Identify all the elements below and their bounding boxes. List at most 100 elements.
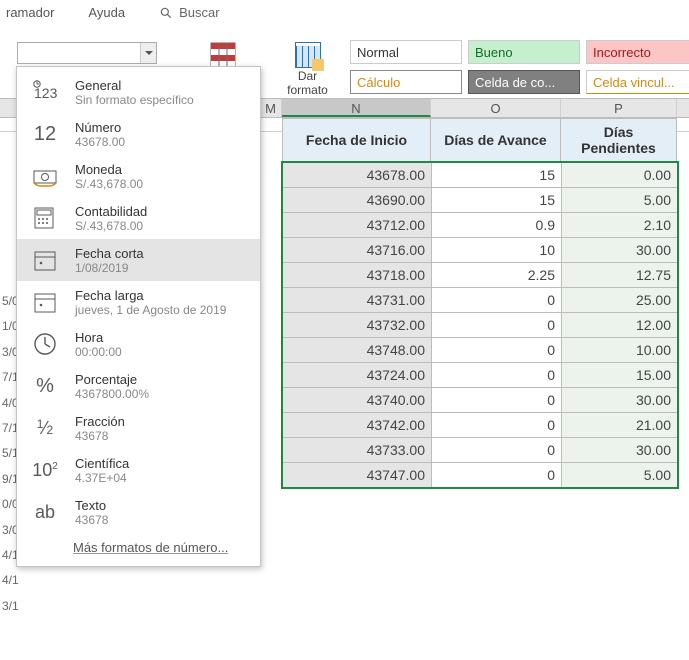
table-row[interactable]: 43712.000.92.10	[283, 213, 678, 238]
table-row[interactable]: 43718.002.2512.75	[283, 263, 678, 288]
cell-pendientes[interactable]: 15.00	[562, 363, 678, 388]
cell-avance[interactable]: 0	[432, 438, 562, 463]
colhead-p[interactable]: P	[561, 99, 677, 117]
nf-item-moneda[interactable]: MonedaS/.43,678.00	[17, 155, 260, 197]
cell-avance[interactable]: 0	[432, 363, 562, 388]
data-table: 43678.00150.0043690.00155.0043712.000.92…	[282, 162, 678, 488]
format-as-table-icon	[295, 42, 321, 68]
cell-fecha[interactable]: 43748.00	[283, 338, 432, 363]
cell-pendientes[interactable]: 12.75	[562, 263, 678, 288]
cell-pendientes[interactable]: 5.00	[562, 463, 678, 488]
table-row[interactable]: 43724.00015.00	[283, 363, 678, 388]
cell-fecha[interactable]: 43724.00	[283, 363, 432, 388]
cell-avance[interactable]: 10	[432, 238, 562, 263]
cell-pendientes[interactable]: 2.10	[562, 213, 678, 238]
nf-icon: 123	[29, 77, 61, 107]
table-row[interactable]: 43731.00025.00	[283, 288, 678, 313]
nf-icon	[29, 287, 61, 317]
style-calculo[interactable]: Cálculo	[350, 70, 462, 94]
nf-item-texto[interactable]: abTexto43678	[17, 491, 260, 533]
cell-avance[interactable]: 0	[432, 463, 562, 488]
style-incorrecto[interactable]: Incorrecto	[586, 40, 689, 64]
cell-fecha[interactable]: 43712.00	[283, 213, 432, 238]
header-dias-avance[interactable]: Días de Avance	[431, 118, 561, 162]
header-fecha-inicio[interactable]: Fecha de Inicio	[282, 118, 431, 162]
nf-icon	[29, 203, 61, 233]
number-format-menu: 123GeneralSin formato específico12Número…	[16, 66, 261, 567]
cell-fecha[interactable]: 43716.00	[283, 238, 432, 263]
cell-fecha[interactable]: 43742.00	[283, 413, 432, 438]
style-bueno[interactable]: Bueno	[468, 40, 580, 64]
cell-avance[interactable]: 0	[432, 413, 562, 438]
nf-item-hora[interactable]: Hora00:00:00	[17, 323, 260, 365]
header-dias-pendientes[interactable]: DíasPendientes	[561, 118, 677, 162]
cell-avance[interactable]: 15	[432, 188, 562, 213]
cell-avance[interactable]: 0	[432, 388, 562, 413]
nf-icon	[29, 329, 61, 359]
nf-icon: 12	[29, 119, 61, 149]
cell-fecha[interactable]: 43678.00	[283, 163, 432, 188]
cell-avance[interactable]: 2.25	[432, 263, 562, 288]
table-row[interactable]: 43733.00030.00	[283, 438, 678, 463]
cell-avance[interactable]: 0.9	[432, 213, 562, 238]
nf-icon: 102	[29, 455, 61, 485]
cell-avance[interactable]: 0	[432, 288, 562, 313]
chevron-down-icon[interactable]	[140, 43, 156, 63]
cell-fecha[interactable]: 43732.00	[283, 313, 432, 338]
cell-pendientes[interactable]: 25.00	[562, 288, 678, 313]
style-normal[interactable]: Normal	[350, 40, 462, 64]
tab-programador[interactable]: ramador	[0, 3, 60, 22]
cell-pendientes[interactable]: 30.00	[562, 238, 678, 263]
cell-pendientes[interactable]: 0.00	[562, 163, 678, 188]
cell-fecha[interactable]: 43731.00	[283, 288, 432, 313]
conditional-format-button[interactable]	[210, 42, 236, 68]
cell-avance[interactable]: 15	[432, 163, 562, 188]
cell-pendientes[interactable]: 5.00	[562, 188, 678, 213]
more-number-formats[interactable]: Más formatos de número...	[17, 533, 260, 562]
cell-pendientes[interactable]: 12.00	[562, 313, 678, 338]
cell-avance[interactable]: 0	[432, 338, 562, 363]
cell-pendientes[interactable]: 21.00	[562, 413, 678, 438]
cell-fecha[interactable]: 43733.00	[283, 438, 432, 463]
table-row[interactable]: 43748.00010.00	[283, 338, 678, 363]
cell-pendientes[interactable]: 10.00	[562, 338, 678, 363]
table-row[interactable]: 43678.00150.00	[283, 163, 678, 188]
search-box[interactable]: Buscar	[153, 3, 225, 22]
colhead-m[interactable]: M	[260, 99, 282, 117]
table-row[interactable]: 43716.001030.00	[283, 238, 678, 263]
number-format-combo[interactable]	[17, 42, 157, 64]
nf-item-fracción[interactable]: 1⁄2Fracción43678	[17, 407, 260, 449]
style-celda-vinculada[interactable]: Celda vincul...	[586, 70, 689, 94]
cell-fecha[interactable]: 43740.00	[283, 388, 432, 413]
nf-icon: ab	[29, 497, 61, 527]
cell-pendientes[interactable]: 30.00	[562, 388, 678, 413]
nf-icon	[29, 161, 61, 191]
table-row[interactable]: 43732.00012.00	[283, 313, 678, 338]
cell-fecha[interactable]: 43690.00	[283, 188, 432, 213]
style-celda-comprobacion[interactable]: Celda de co...	[468, 70, 580, 94]
table-row[interactable]: 43742.00021.00	[283, 413, 678, 438]
table-row[interactable]: 43740.00030.00	[283, 388, 678, 413]
nf-item-contabilidad[interactable]: ContabilidadS/.43,678.00	[17, 197, 260, 239]
table-row[interactable]: 43747.0005.00	[283, 463, 678, 488]
cell-fecha[interactable]: 43747.00	[283, 463, 432, 488]
nf-item-porcentaje[interactable]: %Porcentaje4367800.00%	[17, 365, 260, 407]
colhead-o[interactable]: O	[431, 99, 561, 117]
table-row[interactable]: 43690.00155.00	[283, 188, 678, 213]
search-placeholder: Buscar	[179, 5, 219, 20]
nf-item-científica[interactable]: 102Científica4.37E+04	[17, 449, 260, 491]
nf-item-general[interactable]: 123GeneralSin formato específico	[17, 71, 260, 113]
cell-fecha[interactable]: 43718.00	[283, 263, 432, 288]
conditional-format-icon	[210, 42, 236, 68]
nf-item-fecha-corta[interactable]: Fecha corta1/08/2019	[17, 239, 260, 281]
cell-avance[interactable]: 0	[432, 313, 562, 338]
cell-pendientes[interactable]: 30.00	[562, 438, 678, 463]
cell-styles-gallery[interactable]: Normal Bueno Incorrecto Cálculo Celda de…	[350, 40, 689, 94]
nf-item-número[interactable]: 12Número43678.00	[17, 113, 260, 155]
tab-ayuda[interactable]: Ayuda	[82, 3, 131, 22]
nf-icon: %	[29, 371, 61, 401]
nf-icon	[29, 245, 61, 275]
nf-item-fecha-larga[interactable]: Fecha largajueves, 1 de Agosto de 2019	[17, 281, 260, 323]
colhead-n[interactable]: N	[282, 99, 431, 117]
search-icon	[159, 6, 173, 20]
